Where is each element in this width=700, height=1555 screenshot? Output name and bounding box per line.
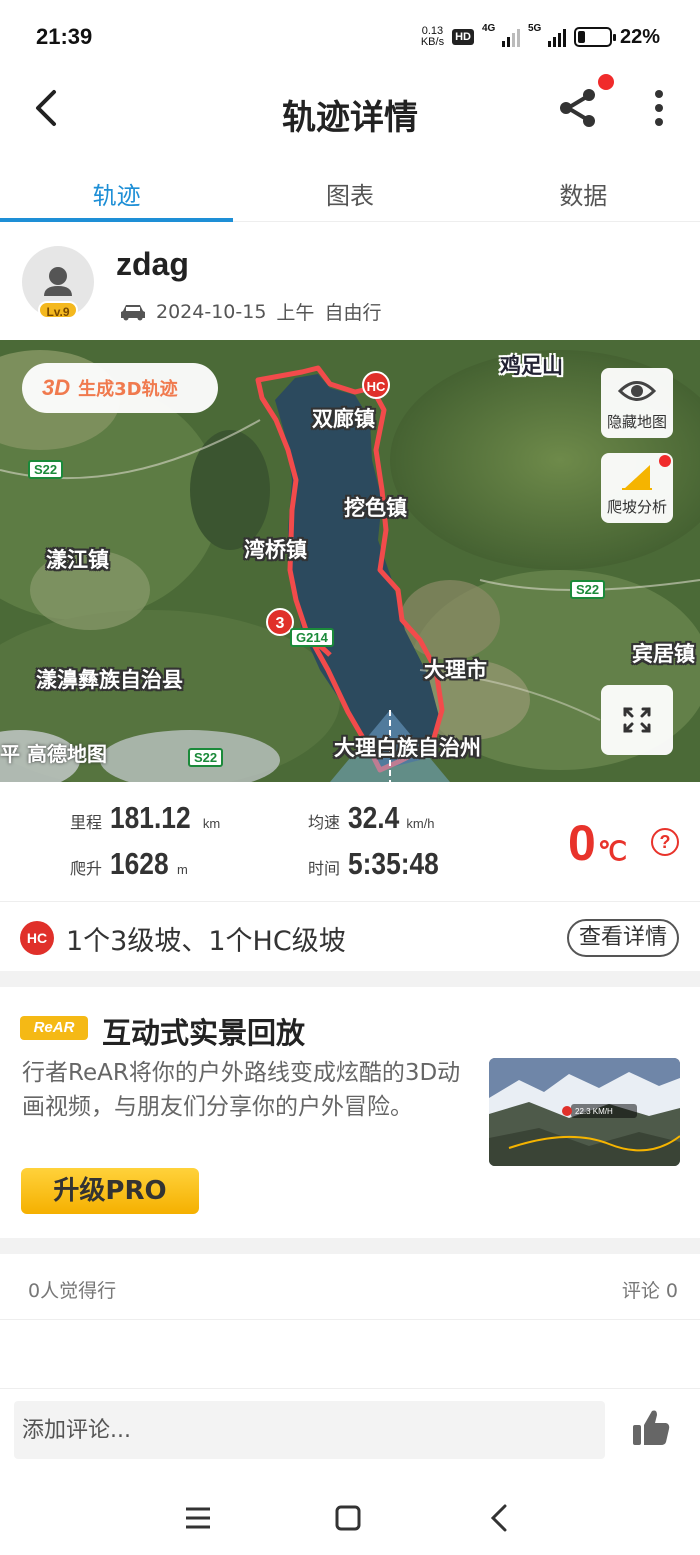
battery-percent: 22%: [619, 25, 660, 48]
comment-count[interactable]: 评论 0: [622, 1276, 678, 1303]
road-badge: G214: [290, 628, 334, 647]
map-label-dalishi: 大理市: [424, 658, 487, 682]
comment-bar: [0, 1388, 700, 1470]
road-badge: S22: [570, 580, 606, 599]
thumb-speed: 22.3 KM/H: [575, 1107, 613, 1116]
view-details-button[interactable]: 查看详情: [567, 919, 679, 957]
track-map[interactable]: 3D 生成3D轨迹 隐藏地图 爬坡分析 HC 3 鸡足山 双廊镇 挖色镇 湾桥镇…: [0, 340, 700, 782]
ride-date: 2024-10-15: [156, 300, 267, 323]
road-badge: S22: [188, 748, 224, 767]
promo-title: 互动式实景回放: [102, 1016, 306, 1050]
rear-logo: ReAR: [20, 1016, 88, 1040]
tab-data[interactable]: 数据: [467, 160, 700, 221]
climb-analysis-label: 爬坡分析: [606, 498, 667, 516]
social-row: 0人觉得行 评论 0: [0, 1254, 700, 1320]
signal-5g-icon: 5G: [528, 23, 566, 47]
level-badge: Lv.9: [38, 301, 78, 319]
climb-analysis-button[interactable]: 爬坡分析: [601, 453, 673, 523]
slope-chart-icon: [622, 465, 652, 490]
nav-back-icon[interactable]: [480, 1498, 520, 1538]
map-label-binju: 宾居镇: [632, 642, 695, 666]
system-nav-bar: [0, 1480, 700, 1555]
hide-map-label: 隐藏地图: [606, 413, 667, 431]
status-icons: 0.13 KB/s HD 4G 5G 22%: [421, 22, 660, 52]
more-vertical-icon[interactable]: [646, 88, 672, 128]
hide-map-button[interactable]: 隐藏地图: [601, 368, 673, 438]
share-icon[interactable]: [556, 86, 600, 130]
fullscreen-icon: [623, 707, 651, 733]
climb-summary-text: 1个3级坡、1个HC级坡: [66, 926, 346, 957]
stat-distance: 里程 181.12 km: [70, 800, 221, 835]
status-bar: 21:39 0.13 KB/s HD 4G 5G 22%: [0, 0, 700, 70]
rear-promo: ReAR 互动式实景回放 行者ReAR将你的户外路线变成炫酷的3D动画视频，与朋…: [0, 988, 700, 1238]
likes-count[interactable]: 0人觉得行: [28, 1276, 116, 1303]
notification-dot: [659, 455, 671, 467]
help-icon[interactable]: ?: [651, 828, 679, 856]
stat-avg-speed: 均速 32.4 km/h: [308, 800, 435, 835]
eye-icon: [617, 381, 657, 401]
map-label-wanqiao: 湾桥镇: [244, 538, 307, 562]
tab-bar: 轨迹 图表 数据: [0, 160, 700, 222]
fullscreen-button[interactable]: [601, 685, 673, 755]
generate-3d-button[interactable]: 3D 生成3D轨迹: [22, 363, 218, 413]
climb-summary: HC 1个3级坡、1个HC级坡 查看详情: [0, 903, 700, 971]
ride-activity: 自由行: [324, 302, 382, 324]
stat-climb: 爬升 1628 m: [70, 846, 188, 881]
notification-dot: [598, 74, 614, 90]
upgrade-pro-button[interactable]: 升级PRO: [21, 1168, 199, 1214]
map-label-jizushan: 鸡足山: [500, 354, 563, 378]
map-label-yangjiang: 漾江镇: [46, 548, 109, 572]
hd-icon: HD: [452, 29, 474, 45]
battery-icon: [573, 27, 616, 47]
section-divider: [0, 971, 700, 987]
username[interactable]: zdag: [116, 246, 189, 283]
thumbs-up-icon[interactable]: [630, 1407, 672, 1449]
ride-stats: 里程 181.12 km 均速 32.4 km/h 爬升 1628 m 时间 5…: [0, 782, 700, 902]
car-icon: [121, 304, 145, 320]
temperature: 0 ℃: [568, 815, 628, 871]
hc-climb-marker[interactable]: HC: [362, 371, 390, 399]
tab-chart[interactable]: 图表: [233, 160, 466, 221]
user-info: Lv.9 zdag 2024-10-15 上午 自由行: [0, 232, 700, 340]
signal-4g-icon: 4G: [482, 23, 520, 47]
promo-description: 行者ReAR将你的户外路线变成炫酷的3D动画视频，与朋友们分享你的户外冒险。: [22, 1060, 461, 1120]
stat-duration: 时间 5:35:48: [308, 846, 439, 881]
map-label-wase: 挖色镇: [344, 496, 407, 520]
app-header: 轨迹详情: [0, 70, 700, 150]
hc-climb-icon: HC: [20, 921, 54, 955]
net-speed: 0.13 KB/s: [420, 25, 445, 48]
section-divider: [0, 1238, 700, 1254]
generate-3d-label: 生成3D轨迹: [78, 379, 178, 400]
road-badge: S22: [28, 460, 64, 479]
map-label-shuangliao: 双廊镇: [312, 407, 375, 431]
map-label-yangbi: 漾濞彝族自治县: [36, 668, 183, 692]
status-time: 21:39: [36, 24, 93, 49]
map-watermark: 平 高德地图: [0, 742, 107, 766]
promo-thumbnail[interactable]: 22.3 KM/H: [489, 1058, 680, 1166]
comment-input[interactable]: [14, 1401, 605, 1459]
menu-icon[interactable]: [178, 1498, 218, 1538]
ride-time-of-day: 上午: [276, 302, 315, 324]
tab-track[interactable]: 轨迹: [0, 160, 234, 222]
ride-meta: 2024-10-15 上午 自由行: [120, 298, 381, 325]
map-label-dali-prefecture: 大理白族自治州: [334, 736, 481, 760]
home-square-icon[interactable]: [328, 1498, 368, 1538]
3d-icon: 3D: [42, 375, 71, 400]
